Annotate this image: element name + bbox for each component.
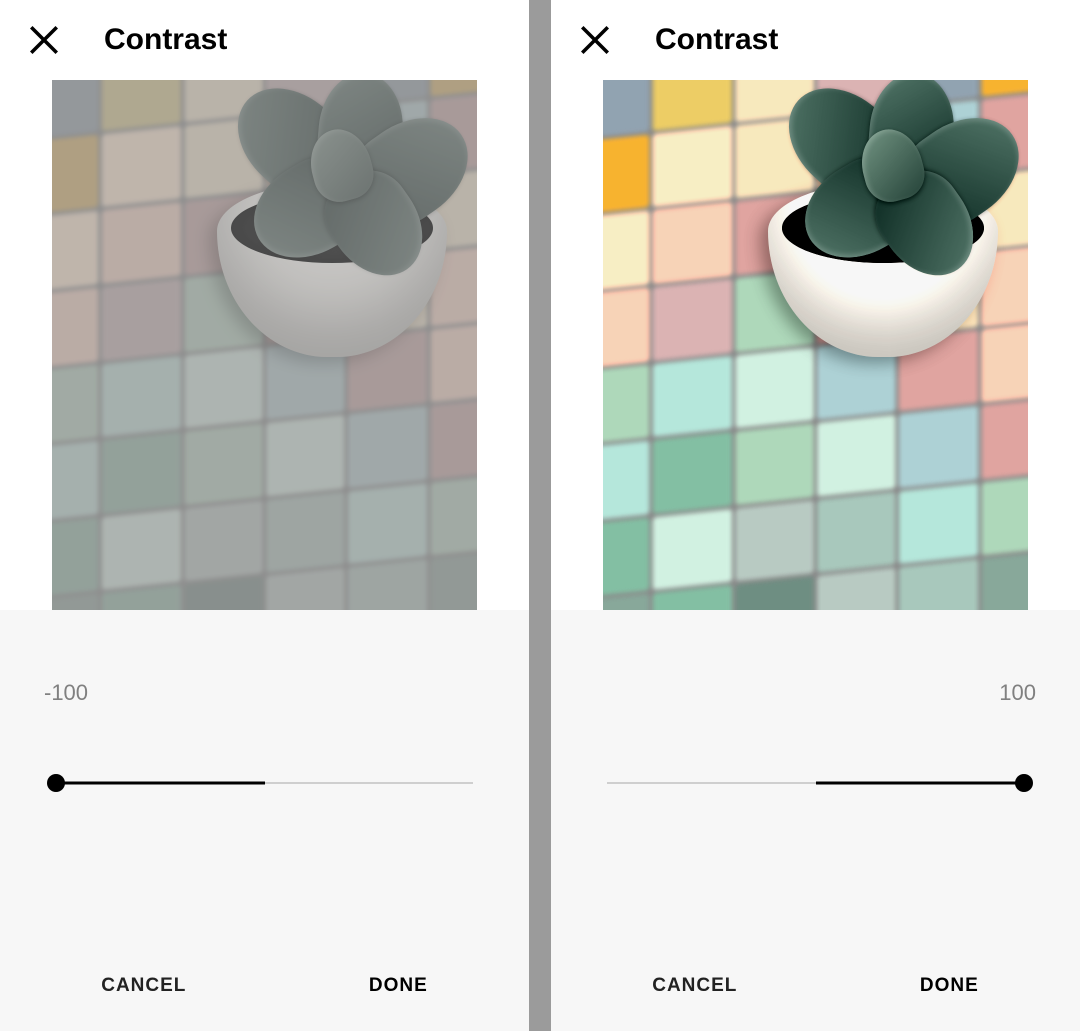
comparison-wrapper: Contrast xyxy=(0,0,1080,1031)
close-icon xyxy=(578,23,612,57)
divider xyxy=(529,0,551,1031)
done-button[interactable]: DONE xyxy=(900,963,999,1009)
contrast-slider[interactable] xyxy=(56,771,473,795)
slider-thumb[interactable] xyxy=(1015,774,1033,792)
slider-value-row: 100 xyxy=(551,610,1080,706)
footer-buttons: CANCEL DONE xyxy=(0,941,529,1031)
contrast-slider[interactable] xyxy=(607,771,1024,795)
slider-row xyxy=(0,706,529,795)
photo-preview xyxy=(52,80,477,610)
slider-row xyxy=(551,706,1080,795)
cancel-button[interactable]: CANCEL xyxy=(632,963,757,1009)
slider-track-active xyxy=(56,782,265,785)
photo-subject-plant xyxy=(207,87,457,357)
photo-preview xyxy=(603,80,1028,610)
slider-value-label: 100 xyxy=(999,680,1036,706)
close-button[interactable] xyxy=(22,18,66,62)
editor-pane-left: Contrast xyxy=(0,0,529,1031)
controls-area: 100 CANCEL DONE xyxy=(551,610,1080,1031)
editor-pane-right: Contrast xyxy=(551,0,1080,1031)
header: Contrast xyxy=(551,0,1080,80)
image-preview-area xyxy=(0,80,529,610)
image-preview-area xyxy=(551,80,1080,610)
slider-thumb[interactable] xyxy=(47,774,65,792)
controls-area: -100 CANCEL DONE xyxy=(0,610,529,1031)
photo-subject-plant xyxy=(758,87,1008,357)
done-button[interactable]: DONE xyxy=(349,963,448,1009)
close-button[interactable] xyxy=(573,18,617,62)
cancel-button[interactable]: CANCEL xyxy=(81,963,206,1009)
page-title: Contrast xyxy=(655,23,778,57)
slider-value-label: -100 xyxy=(44,680,88,706)
slider-track-inactive xyxy=(607,782,816,784)
slider-track-active xyxy=(816,782,1025,785)
page-title: Contrast xyxy=(104,23,227,57)
footer-buttons: CANCEL DONE xyxy=(551,941,1080,1031)
header: Contrast xyxy=(0,0,529,80)
slider-track-inactive xyxy=(265,782,474,784)
slider-value-row: -100 xyxy=(0,610,529,706)
close-icon xyxy=(27,23,61,57)
